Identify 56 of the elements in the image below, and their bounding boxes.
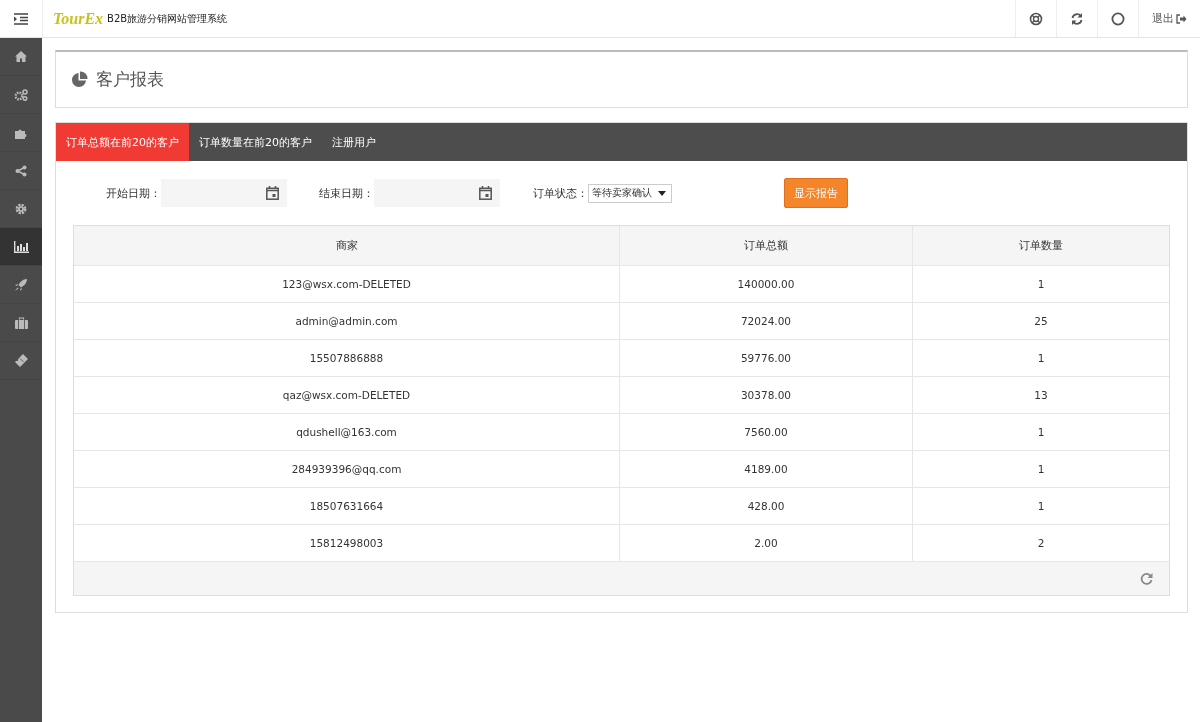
bar-chart-icon [13,240,29,253]
table-cell: qdushell@163.com [74,414,620,450]
table-cell: qaz@wsx.com-DELETED [74,377,620,413]
table-cell: 4189.00 [620,451,913,487]
table-cell-text: 13 [1033,388,1049,403]
end-date-label: 结束日期： [319,185,374,201]
calendar-icon [479,186,492,200]
ticket-icon [14,354,28,367]
end-date-field[interactable] [374,179,500,207]
table-cell: 59776.00 [620,340,913,376]
briefcase-icon [14,316,28,329]
logo: TourEx [53,9,104,28]
refresh-icon[interactable] [1140,572,1153,585]
table-cell: admin@admin.com [74,303,620,339]
table-cell: 428.00 [620,488,913,524]
table-cell: 15507886888 [74,340,620,376]
refresh-icon [1070,11,1084,26]
rocket-icon [15,278,27,291]
table-cell-text: 1 [1036,351,1046,366]
column-header: 订单数量 [1018,237,1064,253]
share-icon [15,164,27,177]
sign-out-icon [1176,13,1187,24]
table-cell-text: 25 [1033,314,1049,329]
dropdown-caret-icon [658,190,666,196]
order-status-label: 订单状态： [533,185,588,201]
table-cell: 123@wsx.com-DELETED [74,266,620,302]
app-title: B2B旅游分销网站管理系统 [107,11,228,26]
table-cell: 15812498003 [74,525,620,561]
order-status-dropdown[interactable]: 等待卖家确认 [588,183,672,203]
table-cell: 18507631664 [74,488,620,524]
table-cell: 7560.00 [620,414,913,450]
column-header: 商家 [74,226,620,265]
pie-chart-icon [71,71,88,88]
circle-icon [1111,11,1125,26]
table-cell-text: 1 [1036,499,1046,514]
column-header: 订单总额 [620,226,913,265]
table-cell-text: 1 [1036,425,1046,440]
calendar-icon [266,186,279,200]
tab[interactable]: 注册用户 [322,123,386,161]
table-cell-text: 1 [1036,277,1046,292]
table-cell: 72024.00 [620,303,913,339]
sidebar-item[interactable] [0,228,42,266]
home-icon [15,51,27,62]
table-cell: 284939396@qq.com [74,451,620,487]
page-title: 客户报表 [96,68,164,91]
start-date-field[interactable] [161,179,287,207]
start-date-label: 开始日期： [106,185,161,201]
menu-icon [14,12,28,25]
table-cell-text: 1 [1036,462,1046,477]
table-cell: 30378.00 [620,377,913,413]
table-cell: 2.00 [620,525,913,561]
tab[interactable]: 订单数量在前20的客户 [189,123,322,161]
lifebuoy-icon [1029,11,1043,26]
table-cell: 140000.00 [620,266,913,302]
tab[interactable]: 订单总额在前20的客户 [56,123,189,161]
table-cell-text: 2 [1036,536,1046,551]
